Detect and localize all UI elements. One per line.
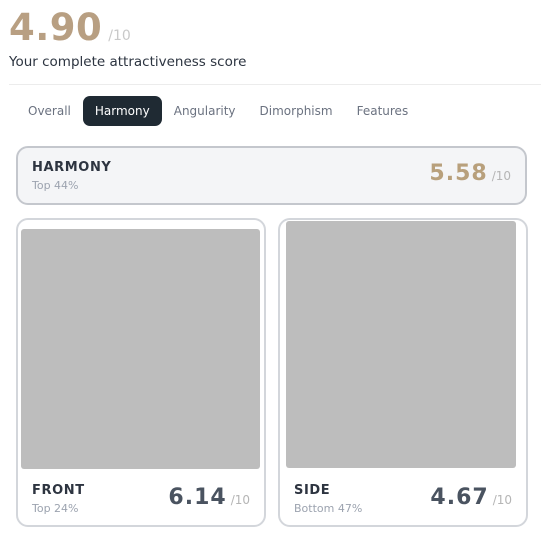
tab-overall[interactable]: Overall: [16, 96, 83, 126]
summary-title: HARMONY: [32, 160, 112, 175]
summary-score: 5.58 /10: [429, 161, 511, 186]
overall-subtitle: Your complete attractiveness score: [9, 54, 247, 70]
front-title: FRONT: [32, 483, 85, 498]
harmony-summary-card[interactable]: HARMONY Top 44% 5.58 /10: [16, 146, 527, 205]
tab-harmony[interactable]: Harmony: [82, 96, 162, 126]
side-score-denominator: /10: [492, 493, 512, 507]
side-rank: Bottom 47%: [294, 502, 363, 515]
front-card[interactable]: FRONT Top 24% 6.14 /10: [16, 218, 266, 527]
front-photo: [21, 229, 260, 469]
overall-score-denominator: /10: [108, 28, 131, 44]
side-score: 4.67 /10: [430, 485, 512, 510]
summary-rank: Top 44%: [32, 179, 79, 192]
front-score-denominator: /10: [230, 493, 250, 507]
tab-features[interactable]: Features: [345, 96, 421, 126]
side-card[interactable]: SIDE Bottom 47% 4.67 /10: [278, 218, 528, 527]
side-photo: [286, 221, 516, 468]
front-score: 6.14 /10: [168, 485, 250, 510]
front-score-value: 6.14: [168, 485, 227, 510]
summary-score-denominator: /10: [491, 169, 511, 183]
tab-angularity[interactable]: Angularity: [162, 96, 248, 126]
front-rank: Top 24%: [32, 502, 79, 515]
side-score-value: 4.67: [430, 485, 489, 510]
header-divider: [9, 84, 541, 85]
overall-score: 4.90 /10: [9, 6, 131, 49]
side-title: SIDE: [294, 483, 331, 498]
category-tabs: Overall Harmony Angularity Dimorphism Fe…: [16, 96, 420, 126]
summary-score-value: 5.58: [429, 161, 488, 186]
overall-score-value: 4.90: [9, 6, 103, 49]
tab-dimorphism[interactable]: Dimorphism: [248, 96, 345, 126]
